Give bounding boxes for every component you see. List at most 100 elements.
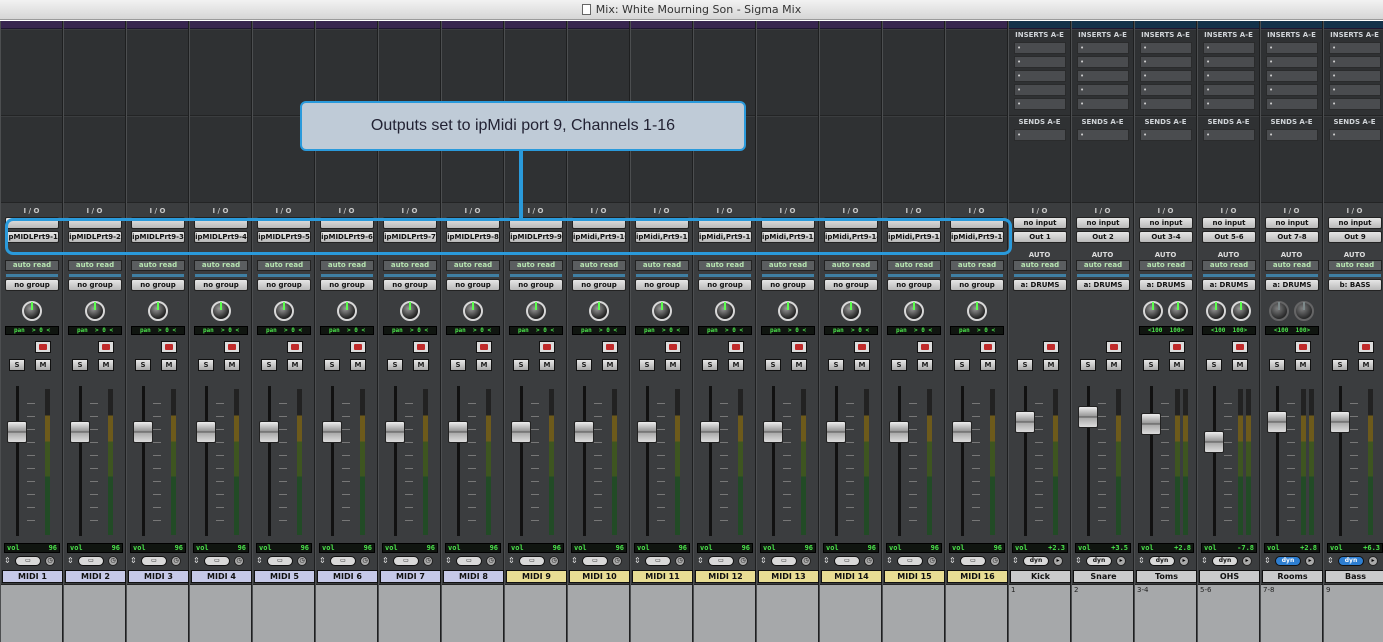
updown-arrows-icon[interactable]: ⇕ bbox=[1327, 556, 1334, 566]
send-toggle-icon[interactable]: ▸ bbox=[1179, 556, 1189, 566]
pan-knob-icon[interactable] bbox=[22, 301, 42, 321]
send-toggle-icon[interactable]: ▸ bbox=[1305, 556, 1315, 566]
clock-icon[interactable]: ◷ bbox=[864, 556, 874, 566]
automation-mode-button[interactable]: auto read bbox=[698, 260, 752, 271]
record-arm-icon[interactable] bbox=[35, 341, 51, 353]
midi-instrument-icon[interactable]: ▭ bbox=[834, 556, 860, 566]
midi-instrument-icon[interactable]: ▭ bbox=[645, 556, 671, 566]
clock-icon[interactable]: ◷ bbox=[234, 556, 244, 566]
insert-slot[interactable]: • bbox=[1140, 98, 1192, 110]
solo-button[interactable]: S bbox=[828, 359, 844, 371]
send-toggle-icon[interactable]: ▸ bbox=[1368, 556, 1378, 566]
output-selector[interactable]: Out 9 bbox=[1328, 231, 1382, 243]
solo-button[interactable]: S bbox=[639, 359, 655, 371]
group-selector[interactable]: b: BASS bbox=[1328, 279, 1382, 291]
pan-knob-icon[interactable] bbox=[148, 301, 168, 321]
automation-mode-button[interactable]: auto read bbox=[446, 260, 500, 271]
dyn-button[interactable]: dyn bbox=[1023, 556, 1049, 566]
track-name[interactable]: MIDI 3 bbox=[128, 570, 189, 583]
record-arm-icon[interactable] bbox=[980, 341, 996, 353]
volume-fader-icon[interactable] bbox=[700, 421, 720, 443]
volume-fader-icon[interactable] bbox=[448, 421, 468, 443]
input-selector[interactable]: no input bbox=[1013, 217, 1067, 229]
mute-button[interactable]: M bbox=[1232, 359, 1248, 371]
track-name[interactable]: MIDI 14 bbox=[821, 570, 882, 583]
pan-right-knob-icon[interactable] bbox=[1294, 301, 1314, 321]
record-arm-icon[interactable] bbox=[539, 341, 555, 353]
record-arm-icon[interactable] bbox=[1169, 341, 1185, 353]
pan-knob-icon[interactable] bbox=[715, 301, 735, 321]
pan-right-knob-icon[interactable] bbox=[1168, 301, 1188, 321]
record-arm-icon[interactable] bbox=[1106, 341, 1122, 353]
track-name[interactable]: MIDI 16 bbox=[947, 570, 1008, 583]
group-selector[interactable]: no group bbox=[446, 279, 500, 291]
solo-button[interactable]: S bbox=[1080, 359, 1096, 371]
track-name[interactable]: OHS bbox=[1199, 570, 1260, 583]
updown-arrows-icon[interactable]: ⇕ bbox=[823, 556, 830, 566]
mute-button[interactable]: M bbox=[224, 359, 240, 371]
record-arm-icon[interactable] bbox=[476, 341, 492, 353]
insert-slot[interactable]: • bbox=[1203, 42, 1255, 54]
record-arm-icon[interactable] bbox=[1358, 341, 1374, 353]
automation-mode-button[interactable]: auto read bbox=[572, 260, 626, 271]
pan-right-knob-icon[interactable] bbox=[1231, 301, 1251, 321]
track-name[interactable]: MIDI 13 bbox=[758, 570, 819, 583]
record-arm-icon[interactable] bbox=[1232, 341, 1248, 353]
automation-mode-button[interactable]: auto read bbox=[887, 260, 941, 271]
output-selector[interactable]: Out 2 bbox=[1076, 231, 1130, 243]
record-arm-icon[interactable] bbox=[602, 341, 618, 353]
group-selector[interactable]: no group bbox=[635, 279, 689, 291]
record-arm-icon[interactable] bbox=[98, 341, 114, 353]
record-arm-icon[interactable] bbox=[665, 341, 681, 353]
midi-instrument-icon[interactable]: ▭ bbox=[78, 556, 104, 566]
track-name[interactable]: MIDI 15 bbox=[884, 570, 945, 583]
updown-arrows-icon[interactable]: ⇕ bbox=[256, 556, 263, 566]
group-selector[interactable]: no group bbox=[257, 279, 311, 291]
record-arm-icon[interactable] bbox=[161, 341, 177, 353]
group-selector[interactable]: no group bbox=[68, 279, 122, 291]
record-arm-icon[interactable] bbox=[917, 341, 933, 353]
pan-knob-icon[interactable] bbox=[589, 301, 609, 321]
volume-fader-icon[interactable] bbox=[1267, 411, 1287, 433]
midi-instrument-icon[interactable]: ▭ bbox=[897, 556, 923, 566]
volume-fader-icon[interactable] bbox=[574, 421, 594, 443]
volume-fader-icon[interactable] bbox=[826, 421, 846, 443]
mute-button[interactable]: M bbox=[1358, 359, 1374, 371]
updown-arrows-icon[interactable]: ⇕ bbox=[1075, 556, 1082, 566]
midi-instrument-icon[interactable]: ▭ bbox=[771, 556, 797, 566]
solo-button[interactable]: S bbox=[450, 359, 466, 371]
solo-button[interactable]: S bbox=[135, 359, 151, 371]
clock-icon[interactable]: ◷ bbox=[486, 556, 496, 566]
clock-icon[interactable]: ◷ bbox=[675, 556, 685, 566]
insert-slot[interactable]: • bbox=[1266, 70, 1318, 82]
midi-instrument-icon[interactable]: ▭ bbox=[141, 556, 167, 566]
volume-fader-icon[interactable] bbox=[1141, 413, 1161, 435]
dyn-button[interactable]: dyn bbox=[1086, 556, 1112, 566]
insert-slot[interactable]: • bbox=[1140, 70, 1192, 82]
solo-button[interactable]: S bbox=[765, 359, 781, 371]
midi-instrument-icon[interactable]: ▭ bbox=[708, 556, 734, 566]
input-selector[interactable]: no input bbox=[1265, 217, 1319, 229]
volume-fader-icon[interactable] bbox=[133, 421, 153, 443]
midi-instrument-icon[interactable]: ▭ bbox=[519, 556, 545, 566]
track-name[interactable]: Bass bbox=[1325, 570, 1383, 583]
send-slot[interactable]: • bbox=[1077, 129, 1129, 141]
track-name[interactable]: MIDI 2 bbox=[65, 570, 126, 583]
insert-slot[interactable]: • bbox=[1140, 56, 1192, 68]
track-name[interactable]: MIDI 6 bbox=[317, 570, 378, 583]
input-selector[interactable]: no input bbox=[1328, 217, 1382, 229]
clock-icon[interactable]: ◷ bbox=[927, 556, 937, 566]
updown-arrows-icon[interactable]: ⇕ bbox=[67, 556, 74, 566]
group-selector[interactable]: a: DRUMS bbox=[1076, 279, 1130, 291]
dyn-button[interactable]: dyn bbox=[1149, 556, 1175, 566]
updown-arrows-icon[interactable]: ⇕ bbox=[949, 556, 956, 566]
insert-slot[interactable]: • bbox=[1140, 42, 1192, 54]
volume-fader-icon[interactable] bbox=[952, 421, 972, 443]
updown-arrows-icon[interactable]: ⇕ bbox=[697, 556, 704, 566]
automation-mode-button[interactable]: auto read bbox=[1013, 260, 1067, 271]
automation-mode-button[interactable]: auto read bbox=[509, 260, 563, 271]
group-selector[interactable]: no group bbox=[194, 279, 248, 291]
record-arm-icon[interactable] bbox=[413, 341, 429, 353]
updown-arrows-icon[interactable]: ⇕ bbox=[1201, 556, 1208, 566]
clock-icon[interactable]: ◷ bbox=[423, 556, 433, 566]
